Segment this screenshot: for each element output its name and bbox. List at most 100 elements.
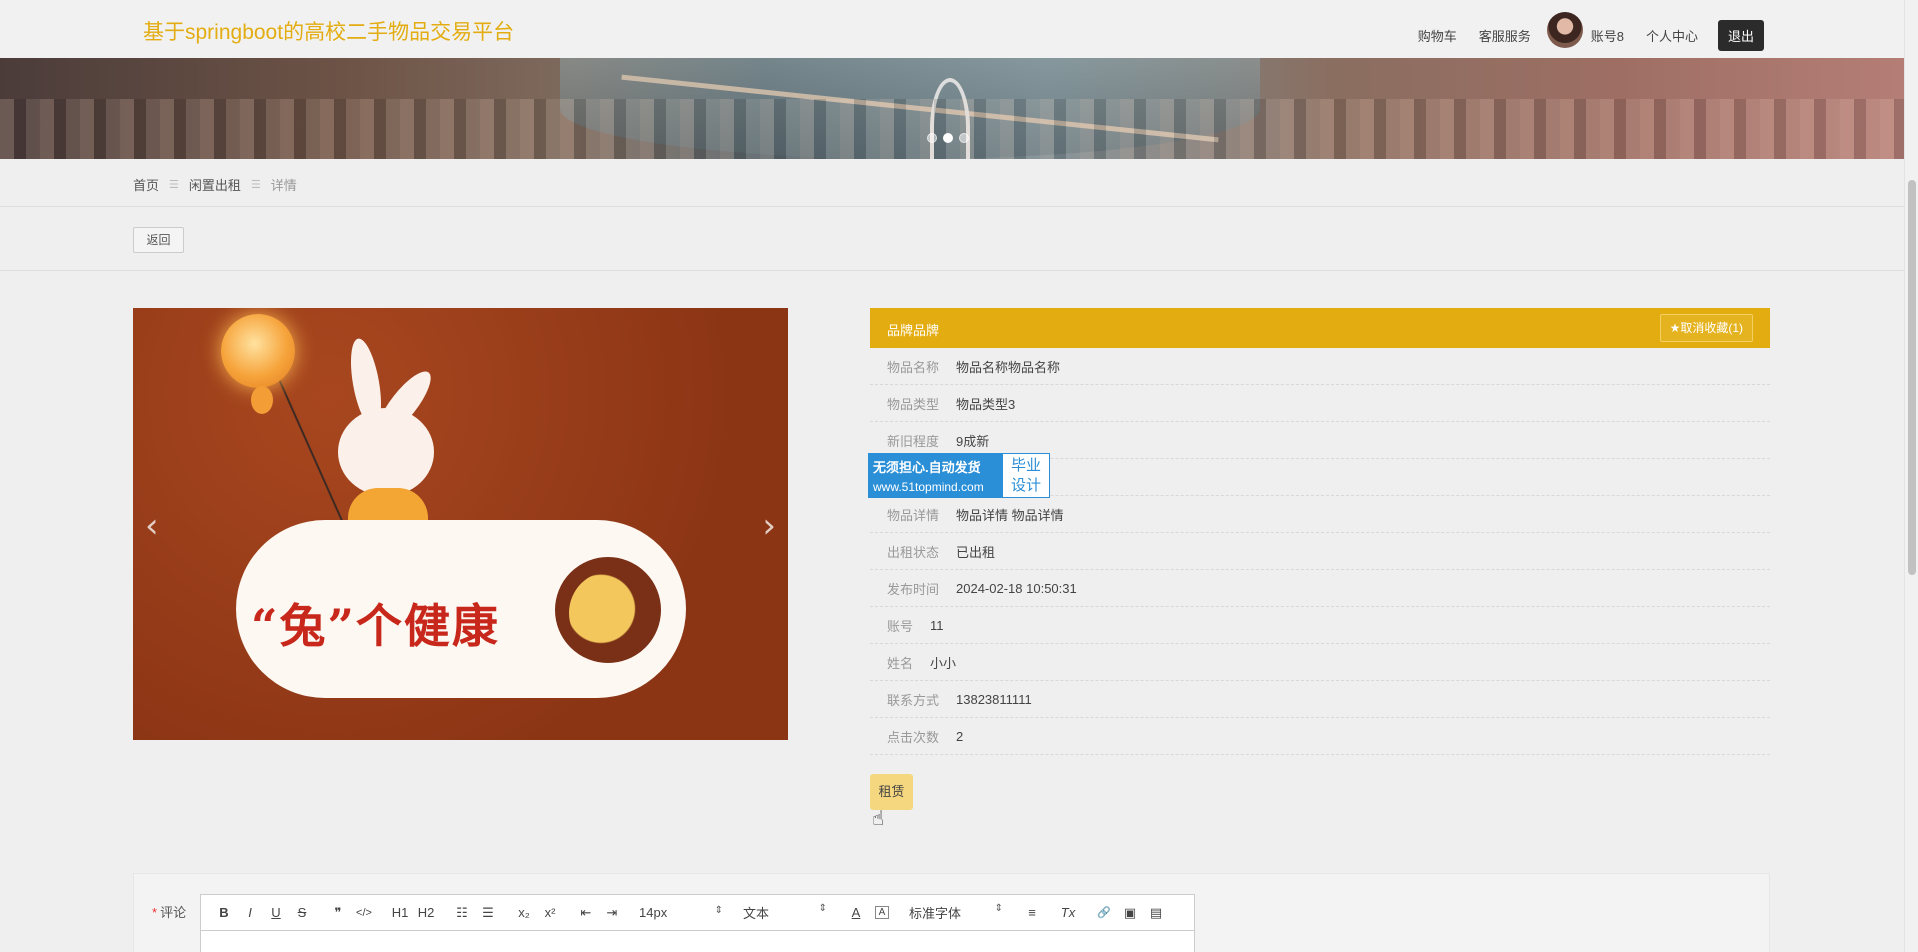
font-size-value: 14px: [639, 905, 668, 920]
user-avatar[interactable]: [1546, 12, 1583, 48]
nav-account-link[interactable]: 账号8: [1591, 26, 1624, 45]
detail-header: 品牌品牌 ★取消收藏(1): [870, 308, 1770, 348]
field-label: 联系方式: [887, 692, 940, 708]
select-caret-icon: ⇕: [994, 903, 1003, 914]
lantern-illustration: [221, 314, 295, 388]
moon-rabbit-icon: [569, 571, 653, 655]
carousel-prev-icon[interactable]: ‹: [145, 506, 159, 546]
field-label: 发布时间: [887, 581, 940, 597]
banner-dot[interactable]: [959, 133, 969, 143]
subscript-icon[interactable]: x₂: [511, 905, 537, 920]
font-color-icon[interactable]: A: [843, 905, 869, 920]
lantern-tassel: [251, 386, 273, 414]
strikethrough-icon[interactable]: S: [289, 905, 315, 920]
watermark-overlay: 无须担心.自动发货 www.51topmind.com 毕业 设计: [868, 453, 1050, 498]
watermark-badge2: 设计: [1010, 477, 1041, 494]
rent-button[interactable]: 租赁: [870, 774, 913, 810]
indent-icon[interactable]: ⇥: [599, 905, 625, 921]
back-bar: 返回: [0, 207, 1904, 271]
field-label: 物品类型: [887, 396, 940, 412]
underline-icon[interactable]: U: [263, 905, 289, 920]
watermark-line2: www.51topmind.com: [873, 480, 984, 494]
site-title[interactable]: 基于springboot的高校二手物品交易平台: [143, 16, 514, 46]
heading2-icon[interactable]: H2: [413, 905, 439, 920]
rich-text-editor[interactable]: B I U S ❞ </> H1 H2 ☷ ☰ x₂ x² ⇤ ⇥ 14px ⇕ …: [200, 894, 1195, 952]
blockquote-icon[interactable]: ❞: [325, 905, 351, 921]
italic-icon[interactable]: I: [237, 905, 263, 920]
field-value: 11: [930, 617, 944, 633]
detail-row-publish-time: 发布时间 2024-02-18 10:50:31: [870, 570, 1770, 607]
product-image-carousel: “兔”个健康 ‹ ›: [133, 308, 788, 740]
field-value: 物品名称物品名称: [956, 359, 1061, 375]
comment-section: * 评论 B I U S ❞ </> H1 H2 ☷ ☰ x₂ x² ⇤ ⇥ 14…: [133, 873, 1770, 952]
breadcrumb-current: 详情: [270, 178, 297, 193]
item-detail-panel: 品牌品牌 ★取消收藏(1) 物品名称 物品名称物品名称 物品类型 物品类型3 新旧程…: [870, 308, 1770, 755]
watermark-line1: 无须担心.自动发货: [873, 460, 981, 475]
nav-cart-link[interactable]: 购物车: [1418, 26, 1457, 45]
detail-row-description: 物品详情 物品详情 物品详情: [870, 496, 1770, 533]
required-mark: *: [152, 905, 158, 920]
page-scrollbar[interactable]: [1904, 0, 1918, 952]
breadcrumb-separator-icon: ☰: [250, 179, 261, 191]
clear-format-icon[interactable]: Tx: [1055, 905, 1081, 920]
field-label: 物品详情: [887, 507, 940, 523]
font-size-select[interactable]: 14px ⇕: [639, 905, 729, 920]
back-button[interactable]: 返回: [133, 227, 184, 253]
comment-label-text: 评论: [160, 905, 187, 920]
field-value: 物品详情 物品详情: [956, 507, 1064, 523]
carousel-next-icon[interactable]: ›: [762, 506, 776, 546]
font-family-select[interactable]: 标准字体 ⇕: [909, 903, 1009, 922]
breadcrumb-section[interactable]: 闲置出租: [189, 175, 241, 194]
field-label: 姓名: [887, 655, 914, 671]
field-label: 点击次数: [887, 729, 940, 745]
banner-dot-active[interactable]: [943, 133, 953, 143]
unfavorite-button[interactable]: ★取消收藏(1): [1659, 314, 1753, 342]
heading1-icon[interactable]: H1: [387, 905, 413, 920]
banner-carousel: [0, 58, 1904, 159]
align-icon[interactable]: ≡: [1019, 905, 1045, 920]
watermark-badge: 毕业 设计: [1003, 454, 1049, 497]
breadcrumb: 首页 ☰ 闲置出租 ☰ 详情: [133, 175, 297, 194]
detail-row-type: 物品类型 物品类型3: [870, 385, 1770, 422]
banner-image-buildings: [0, 99, 1904, 159]
detail-row-clicks: 点击次数 2: [870, 718, 1770, 755]
slogan-text: “兔”个健康: [251, 599, 500, 653]
outdent-icon[interactable]: ⇤: [573, 905, 599, 921]
comment-label: * 评论: [152, 902, 186, 921]
watermark-text-block: 无须担心.自动发货 www.51topmind.com: [869, 454, 1003, 497]
breadcrumb-separator-icon: ☰: [169, 179, 179, 191]
field-label: 物品名称: [887, 359, 940, 375]
link-icon[interactable]: 🔗: [1091, 906, 1117, 919]
breadcrumb-bar: 首页 ☰ 闲置出租 ☰ 详情: [0, 159, 1904, 207]
watermark-badge1: 毕业: [1010, 457, 1041, 474]
text-type-select[interactable]: 文本 ⇕: [743, 903, 833, 922]
logout-button[interactable]: 退出: [1717, 19, 1764, 51]
field-value: 13823811111: [956, 691, 1032, 707]
image-icon[interactable]: ▣: [1117, 905, 1143, 921]
scrollbar-thumb[interactable]: [1908, 180, 1916, 575]
top-navbar: 基于springboot的高校二手物品交易平台 购物车 客服服务 账号8 个人中…: [0, 0, 1904, 58]
code-block-icon[interactable]: </>: [351, 907, 377, 919]
select-caret-icon: ⇕: [818, 903, 827, 914]
detail-row-contact: 联系方式 13823811111: [870, 681, 1770, 718]
editor-toolbar: B I U S ❞ </> H1 H2 ☷ ☰ x₂ x² ⇤ ⇥ 14px ⇕ …: [201, 895, 1194, 931]
field-value: 2024-02-18 10:50:31: [956, 580, 1077, 596]
bold-icon[interactable]: B: [211, 905, 237, 920]
field-value: 9成新: [956, 433, 990, 449]
superscript-icon[interactable]: x²: [537, 905, 563, 920]
nav-personal-center-link[interactable]: 个人中心: [1646, 26, 1698, 45]
ordered-list-icon[interactable]: ☷: [449, 905, 475, 921]
field-value: 2: [956, 728, 964, 744]
breadcrumb-home[interactable]: 首页: [133, 175, 159, 194]
video-icon[interactable]: ▤: [1143, 905, 1169, 921]
detail-row-name-person: 姓名 小小: [870, 644, 1770, 681]
banner-dot[interactable]: [927, 133, 937, 143]
hand-cursor-icon: ☝: [872, 806, 885, 830]
detail-row-rent-status: 出租状态 已出租: [870, 533, 1770, 570]
background-color-icon[interactable]: A: [875, 906, 889, 919]
text-type-value: 文本: [743, 906, 770, 921]
banner-pagination: [927, 133, 969, 143]
bullet-list-icon[interactable]: ☰: [475, 905, 501, 921]
field-value: 物品类型3: [956, 396, 1016, 412]
nav-customer-service-link[interactable]: 客服服务: [1479, 26, 1531, 45]
